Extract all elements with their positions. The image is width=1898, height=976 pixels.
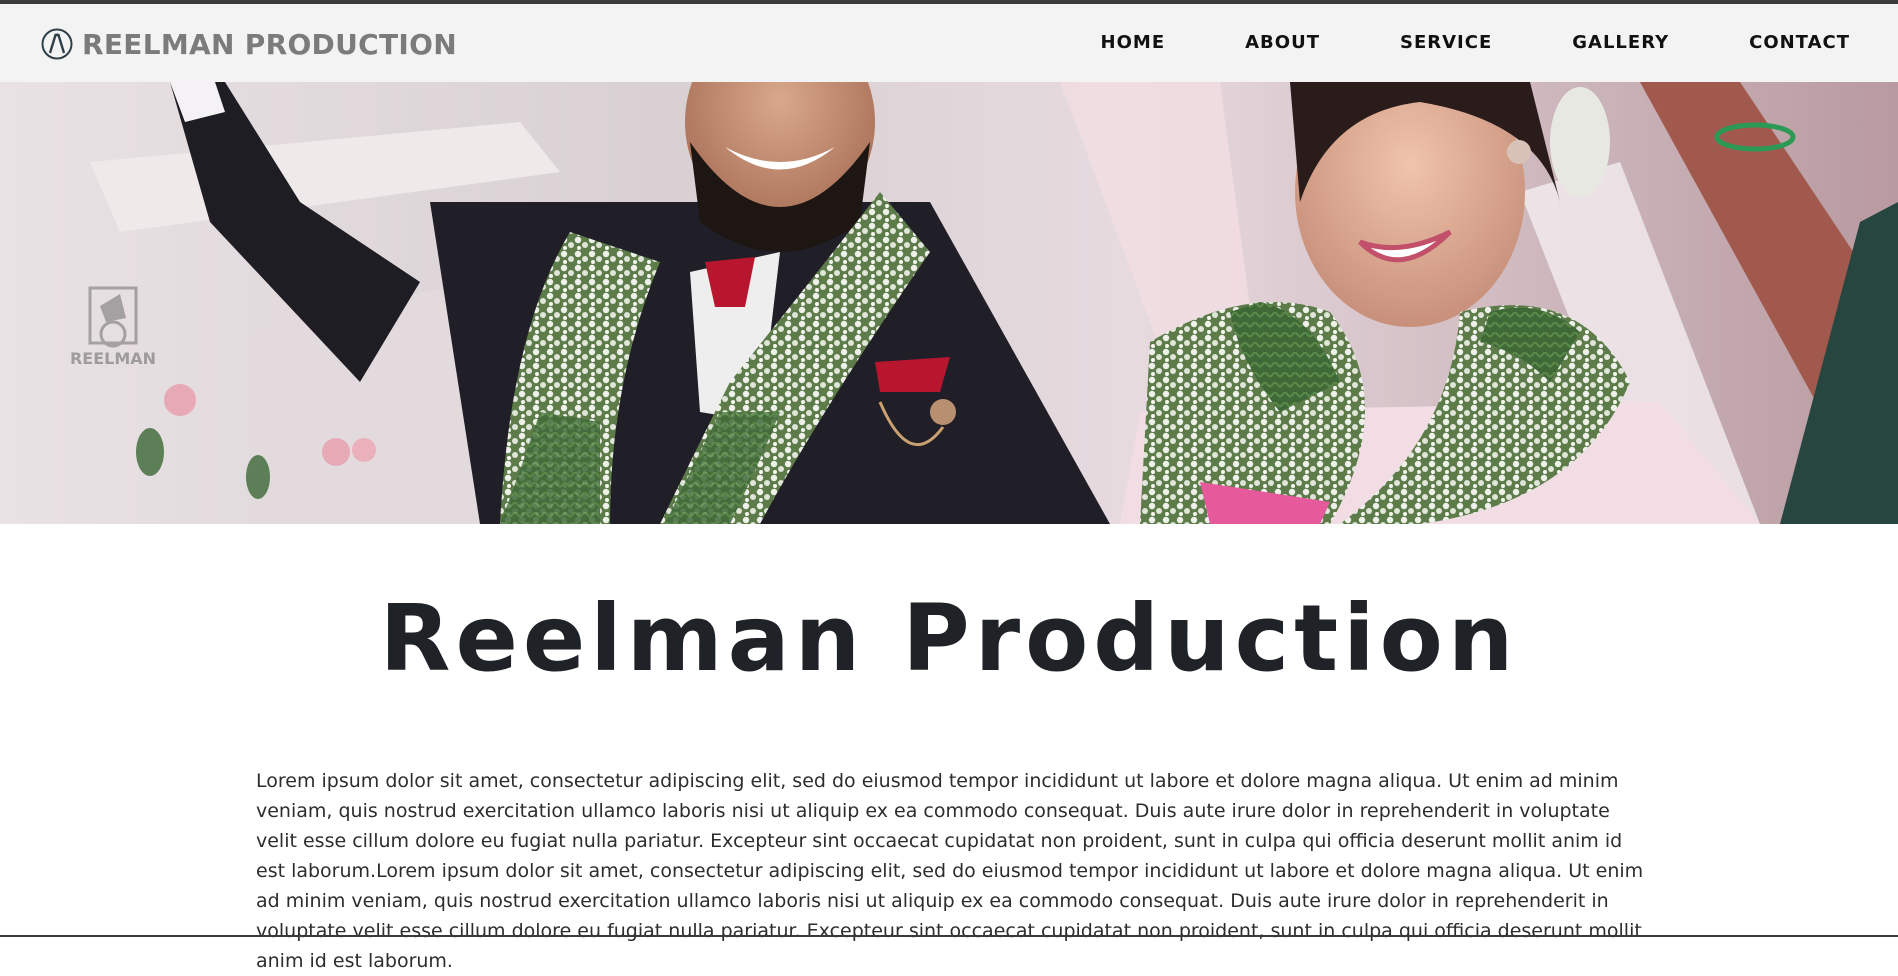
brand-name: REELMAN PRODUCTION [82, 27, 457, 61]
nav-about[interactable]: ABOUT [1245, 32, 1320, 53]
nav-gallery[interactable]: GALLERY [1572, 32, 1669, 53]
navbar: REELMAN PRODUCTION HOME ABOUT SERVICE GA… [0, 4, 1898, 82]
hero-banner: REELMAN [0, 82, 1898, 524]
hero-wedding-photo: REELMAN [0, 82, 1898, 524]
page-title: Reelman Production [379, 585, 1519, 692]
intro-paragraph: Lorem ipsum dolor sit amet, consectetur … [256, 770, 1644, 972]
acura-style-logo-icon [41, 28, 73, 60]
watermark-text: REELMAN [70, 349, 156, 368]
nav-service[interactable]: SERVICE [1400, 32, 1492, 53]
main-nav: HOME ABOUT SERVICE GALLERY CONTACT [1021, 32, 1850, 53]
brand-link[interactable]: REELMAN PRODUCTION [40, 24, 457, 64]
nav-home[interactable]: HOME [1101, 32, 1166, 53]
nav-contact[interactable]: CONTACT [1749, 32, 1850, 53]
